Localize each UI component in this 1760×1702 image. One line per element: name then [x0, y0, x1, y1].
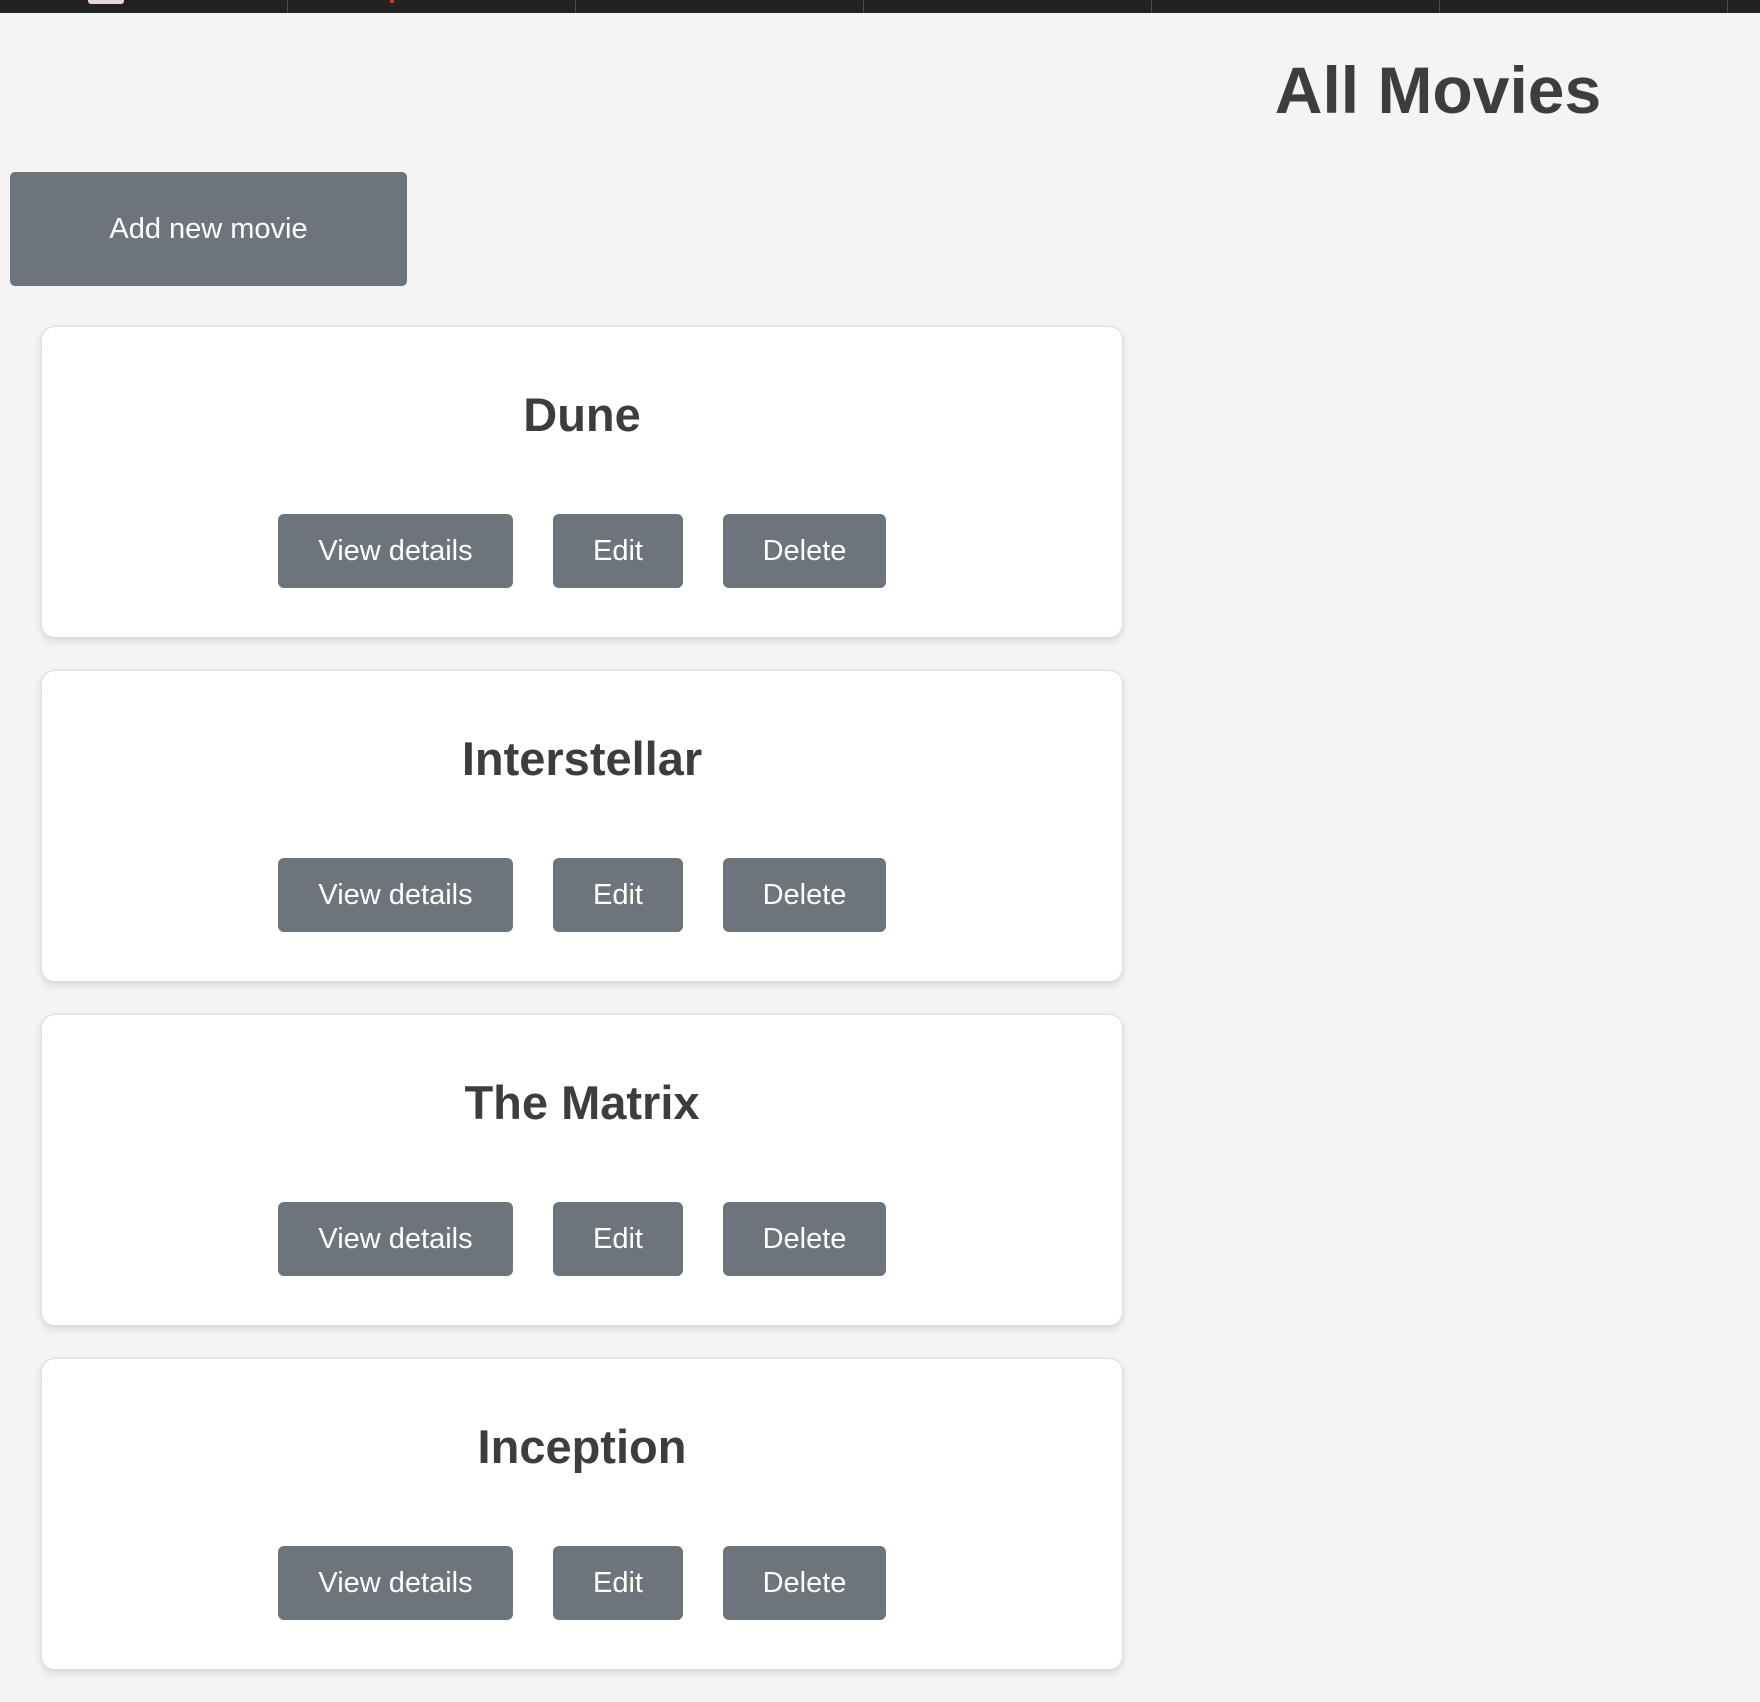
page-title: All Movies	[1274, 53, 1602, 127]
edit-button[interactable]: Edit	[553, 1202, 683, 1276]
movie-actions: View details Edit Delete	[42, 1202, 1122, 1276]
movie-card: The Matrix View details Edit Delete	[41, 1014, 1123, 1326]
browser-tab[interactable]	[1440, 0, 1728, 13]
add-new-movie-button[interactable]: Add new movie	[10, 172, 407, 286]
movie-title: The Matrix	[464, 1076, 700, 1129]
browser-tab[interactable]	[288, 0, 576, 13]
view-details-button[interactable]: View details	[278, 1546, 513, 1620]
movie-title: Interstellar	[461, 732, 703, 785]
browser-tab[interactable]	[0, 0, 288, 13]
movie-card: Interstellar View details Edit Delete	[41, 670, 1123, 982]
browser-tab[interactable]	[864, 0, 1152, 13]
movie-title: Dune	[523, 388, 641, 441]
browser-tab[interactable]	[1152, 0, 1440, 13]
movie-actions: View details Edit Delete	[42, 858, 1122, 932]
view-details-button[interactable]: View details	[278, 1202, 513, 1276]
edit-button[interactable]: Edit	[553, 514, 683, 588]
tab-favicon-icon	[88, 0, 124, 4]
browser-tab-strip	[0, 0, 1760, 13]
edit-button[interactable]: Edit	[553, 858, 683, 932]
edit-button[interactable]: Edit	[553, 1546, 683, 1620]
movie-card: Dune View details Edit Delete	[41, 326, 1123, 638]
delete-button[interactable]: Delete	[723, 514, 886, 588]
delete-button[interactable]: Delete	[723, 1546, 886, 1620]
delete-button[interactable]: Delete	[723, 1202, 886, 1276]
movie-actions: View details Edit Delete	[42, 514, 1122, 588]
movie-list: Dune View details Edit Delete Interstell…	[41, 326, 1123, 1702]
view-details-button[interactable]: View details	[278, 858, 513, 932]
browser-tab[interactable]	[576, 0, 864, 13]
movie-card: Inception View details Edit Delete	[41, 1358, 1123, 1670]
view-details-button[interactable]: View details	[278, 514, 513, 588]
movie-title: Inception	[477, 1420, 687, 1473]
delete-button[interactable]: Delete	[723, 858, 886, 932]
tab-indicator-icon	[390, 0, 394, 3]
movie-actions: View details Edit Delete	[42, 1546, 1122, 1620]
